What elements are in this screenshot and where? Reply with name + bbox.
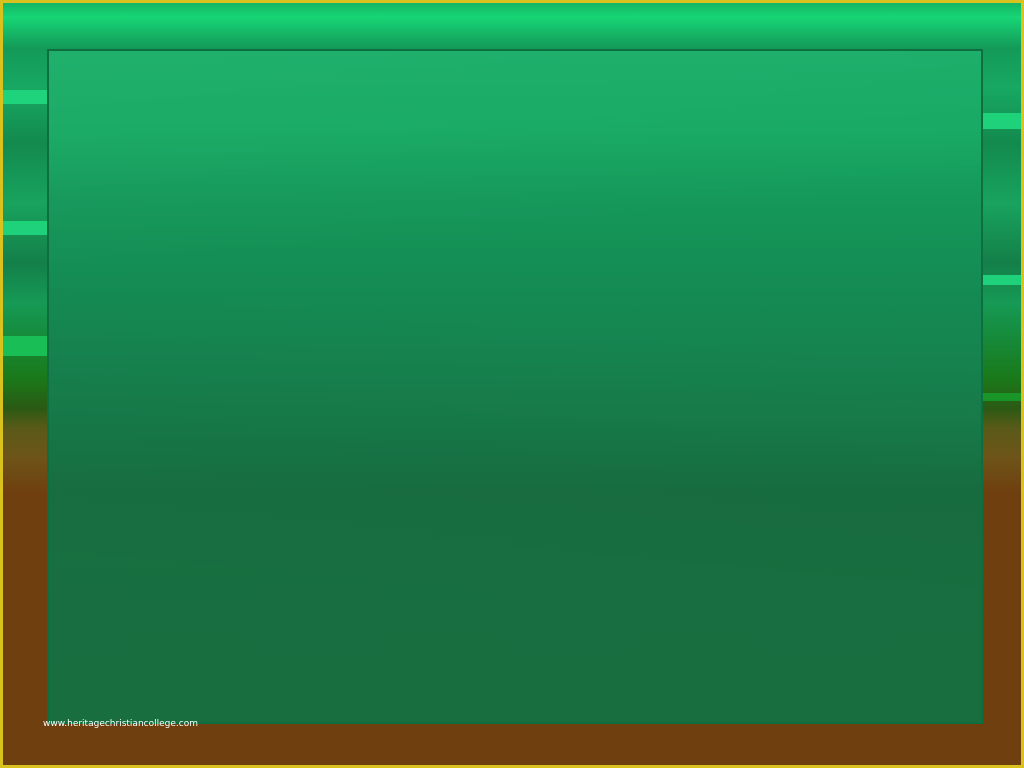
- right-accent-stripe: [977, 275, 1021, 285]
- watermark-text: www.heritagechristiancollege.com: [43, 719, 198, 729]
- left-accent-stripe: [3, 336, 47, 356]
- right-accent-stripe: [977, 113, 1021, 129]
- left-accent-stripe: [3, 90, 47, 104]
- left-accent-stripe: [3, 221, 47, 235]
- right-accent-stripe: [977, 393, 1021, 401]
- content-panel: [47, 49, 983, 724]
- slide-background: www.heritagechristiancollege.com: [0, 0, 1024, 768]
